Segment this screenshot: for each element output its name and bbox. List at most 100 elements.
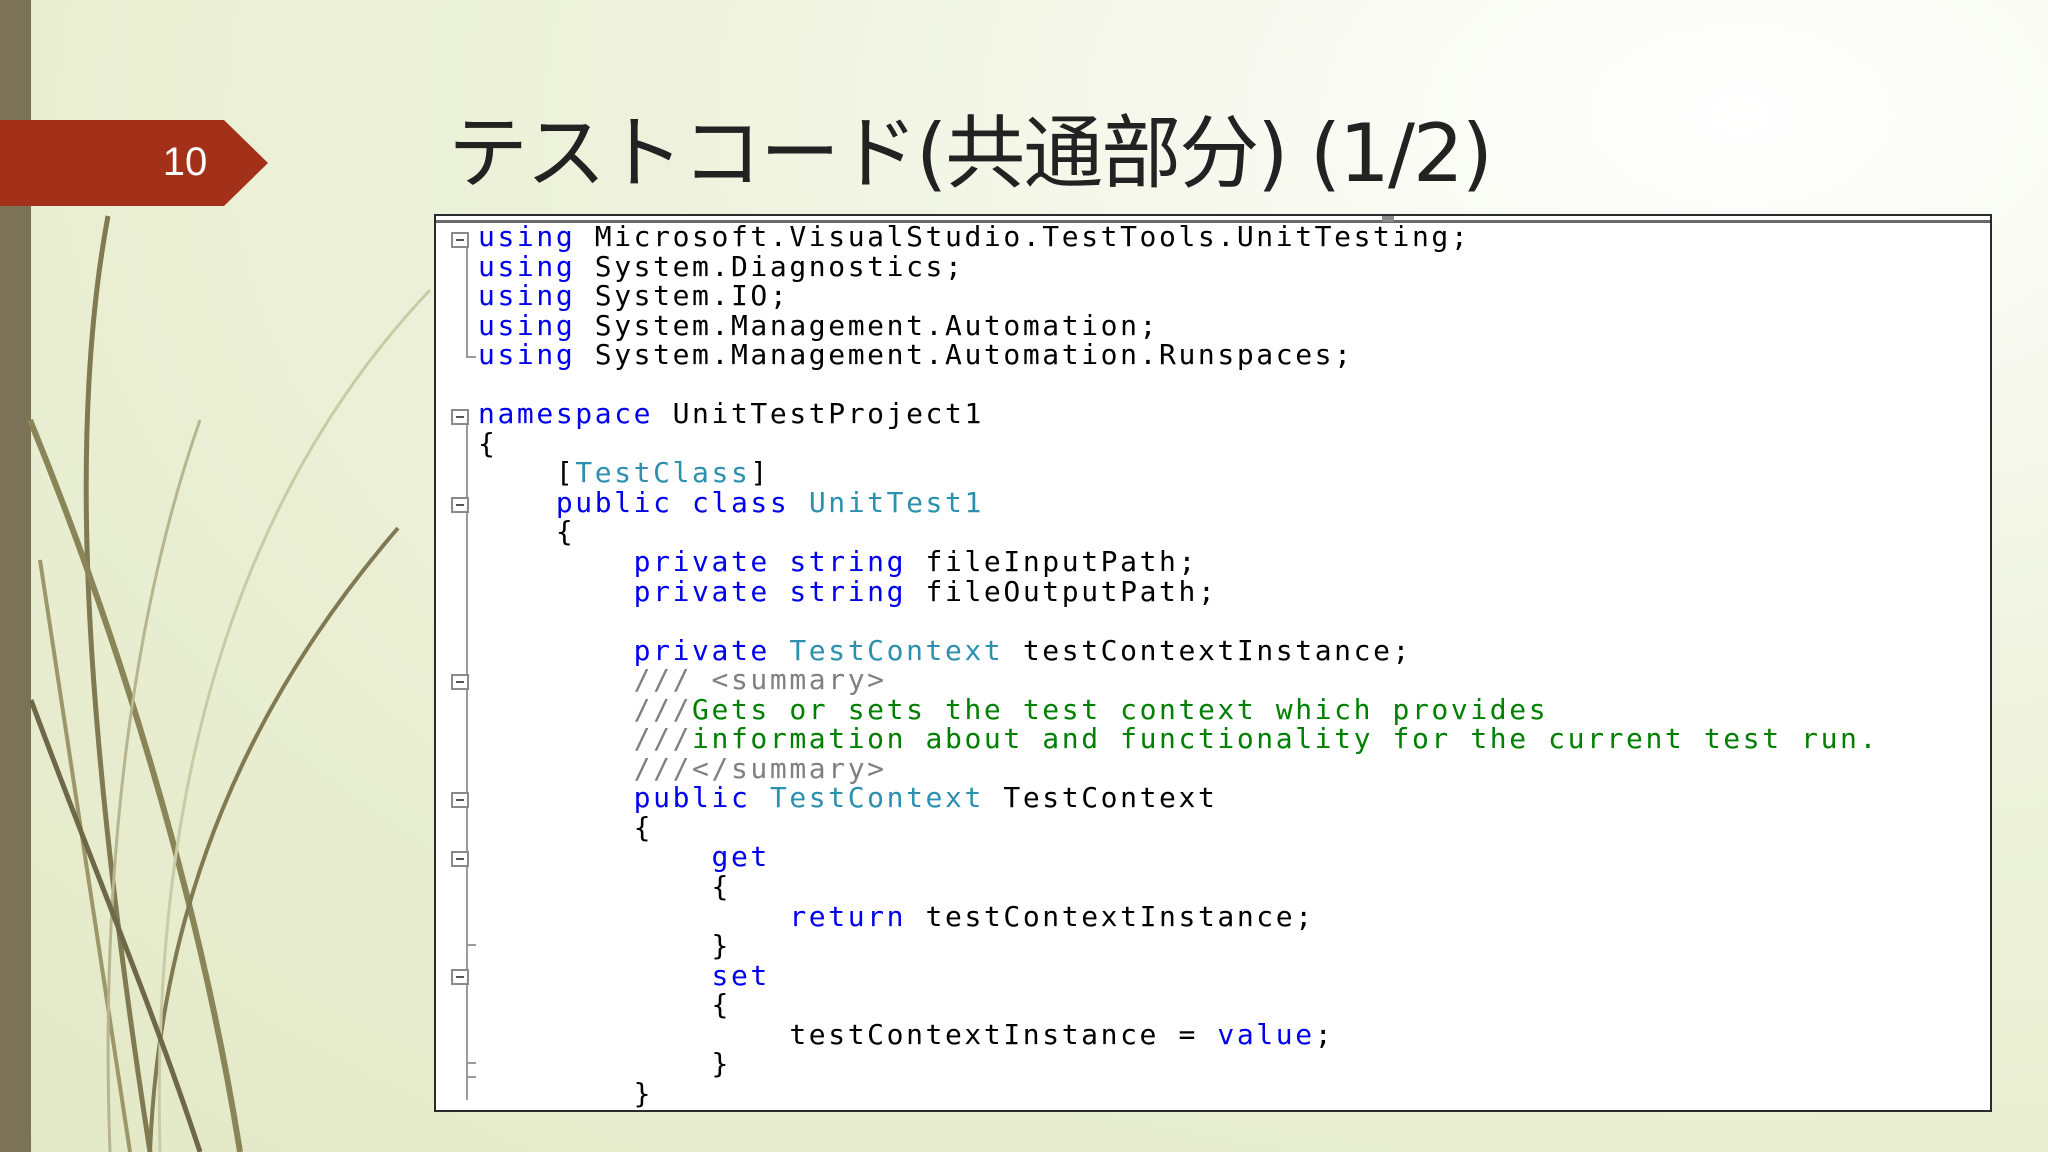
code-text: System.Management.Automation;	[575, 308, 1160, 342]
code-keyword: using	[478, 220, 576, 253]
code-line: set	[478, 958, 1879, 992]
outline-guide	[466, 246, 468, 356]
code-text: }	[478, 1047, 731, 1081]
code-keyword: private string	[633, 545, 907, 579]
slide-number: 10	[162, 140, 208, 184]
code-line: {	[478, 429, 1879, 459]
code-text: testContextInstance;	[906, 899, 1315, 933]
code-line: get	[478, 842, 1879, 872]
code-text: {	[478, 426, 498, 460]
collapse-minus-icon[interactable]	[451, 792, 469, 808]
code-line: using System.Management.Automation.Runsp…	[478, 340, 1879, 370]
code-keyword: set	[711, 958, 770, 992]
code-type-name: TestContext	[789, 633, 1004, 667]
code-text: UnitTestProject1	[653, 397, 984, 431]
code-block: using Microsoft.VisualStudio.TestTools.U…	[478, 222, 1879, 1108]
code-text: System.Diagnostics;	[575, 249, 965, 283]
code-line: return testContextInstance;	[478, 899, 1879, 933]
code-line: private TestContext testContextInstance;	[478, 633, 1879, 667]
code-keyword: using	[478, 279, 576, 313]
code-doc-tag: ///	[633, 722, 693, 756]
slide-title: テストコード(共通部分) (1/2)	[448, 107, 1493, 200]
code-line: using Microsoft.VisualStudio.TestTools.U…	[478, 222, 1879, 252]
code-line: private string fileOutputPath;	[478, 574, 1879, 608]
code-text: testContextInstance;	[1003, 633, 1412, 667]
code-line: {	[478, 813, 1879, 843]
code-keyword: private	[633, 633, 770, 667]
code-line: ///</summary>	[478, 754, 1879, 784]
code-text: testContextInstance =	[478, 1017, 1218, 1051]
code-keyword: using	[478, 338, 576, 372]
code-line: ///information about and functionality f…	[478, 724, 1879, 754]
code-type-name: UnitTest1	[808, 485, 984, 519]
outline-guide	[466, 424, 468, 1100]
code-line: namespace UnitTestProject1	[478, 399, 1879, 429]
code-text: {	[478, 515, 576, 549]
code-text: Microsoft.VisualStudio.TestTools.UnitTes…	[575, 220, 1471, 253]
code-keyword: using	[478, 308, 576, 342]
code-line: using System.Diagnostics;	[478, 249, 1879, 283]
code-text: System.Management.Automation.Runspaces;	[575, 338, 1354, 372]
code-line: }	[478, 931, 1879, 961]
code-keyword: value	[1217, 1017, 1315, 1051]
code-line: public class UnitTest1	[478, 488, 1879, 518]
code-keyword: private string	[633, 574, 907, 608]
code-keyword: public class	[555, 485, 790, 519]
collapse-minus-icon[interactable]	[451, 969, 469, 985]
code-line: {	[478, 990, 1879, 1020]
code-line: ///Gets or sets the test context which p…	[478, 692, 1879, 726]
code-line: [TestClass]	[478, 458, 1879, 488]
code-keyword: get	[711, 840, 770, 874]
code-text: {	[478, 988, 731, 1022]
code-line: /// <summary>	[478, 665, 1879, 695]
code-text: [	[478, 456, 576, 490]
code-line: }	[478, 1079, 1879, 1109]
outline-guide-end	[466, 1076, 476, 1078]
code-text: fileInputPath;	[906, 545, 1198, 579]
code-text: {	[478, 870, 731, 904]
code-text: ;	[1314, 1017, 1335, 1051]
code-line: {	[478, 517, 1879, 547]
code-text: }	[478, 1076, 654, 1110]
collapse-minus-icon[interactable]	[451, 232, 469, 248]
code-doc-tag: ///</summary>	[633, 751, 887, 785]
code-text: ]	[750, 456, 770, 490]
collapse-minus-icon[interactable]	[451, 674, 469, 690]
code-comment: information about and functionality for …	[692, 722, 1879, 756]
code-line: private string fileInputPath;	[478, 547, 1879, 577]
code-screenshot: using Microsoft.VisualStudio.TestTools.U…	[434, 214, 1992, 1112]
collapse-minus-icon[interactable]	[451, 497, 469, 513]
slide-number-tag: 10	[0, 120, 268, 206]
code-keyword: return	[789, 899, 907, 933]
outline-guide-end	[466, 356, 476, 358]
code-text: TestContext	[983, 781, 1218, 815]
code-text: {	[478, 810, 654, 844]
code-text: }	[478, 929, 731, 963]
code-keyword: public	[633, 781, 751, 815]
code-line: testContextInstance = value;	[478, 1017, 1879, 1051]
code-line: public TestContext TestContext	[478, 783, 1879, 813]
code-comment: Gets or sets the test context which prov…	[692, 692, 1549, 726]
code-line: }	[478, 1049, 1879, 1079]
collapse-minus-icon[interactable]	[451, 409, 469, 425]
code-line: {	[478, 872, 1879, 902]
code-doc-tag: /// <summary>	[633, 663, 887, 697]
code-keyword: namespace	[478, 397, 654, 431]
code-text: fileOutputPath;	[906, 574, 1218, 608]
code-type-name: TestContext	[769, 781, 984, 815]
outline-guide-end	[466, 944, 476, 946]
collapse-minus-icon[interactable]	[451, 851, 469, 867]
code-type-name: TestClass	[575, 456, 751, 490]
